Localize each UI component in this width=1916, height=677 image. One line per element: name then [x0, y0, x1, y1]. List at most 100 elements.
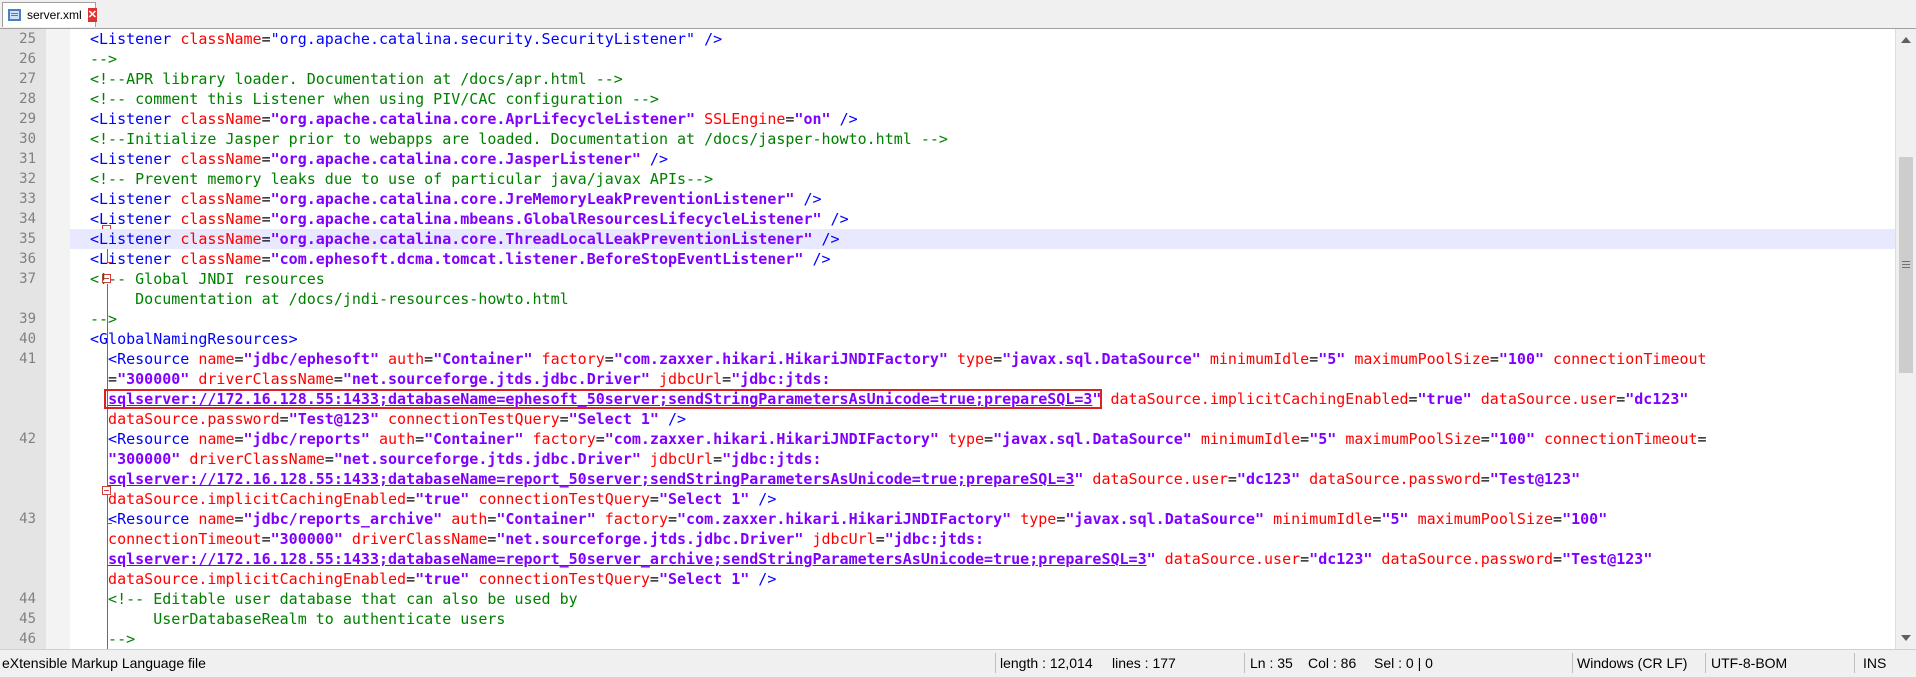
code-line[interactable]: 34 <Listener className="org.apache.catali…	[0, 209, 1895, 229]
code-line[interactable]: sqlserver://172.16.128.55:1433;databaseN…	[0, 549, 1895, 569]
code-token: <Resource	[90, 510, 199, 528]
status-eol: Windows (CR LF)	[1577, 655, 1688, 671]
code-token: />	[749, 490, 777, 508]
code-line[interactable]: 41 <Resource name="jdbc/ephesoft" auth="…	[0, 349, 1895, 369]
code-line[interactable]: ="300000" driverClassName="net.sourcefor…	[0, 369, 1895, 389]
line-content: <!-- Editable user database that can als…	[70, 589, 1895, 609]
code-token: "jdbc/ephesoft"	[243, 350, 379, 368]
code-line[interactable]: 44 <!-- Editable user database that can …	[0, 589, 1895, 609]
code-line[interactable]: dataSource.implicitCachingEnabled="true"…	[0, 489, 1895, 509]
line-number: 44	[19, 591, 36, 607]
line-content: <!--Initialize Jasper prior to webapps a…	[70, 129, 1895, 149]
code-line[interactable]: 29 <Listener className="org.apache.catali…	[0, 109, 1895, 129]
code-token: />	[821, 210, 849, 228]
status-selection: Sel : 0 | 0	[1374, 655, 1433, 671]
code-line[interactable]: 33 <Listener className="org.apache.catali…	[0, 189, 1895, 209]
code-token: =	[1553, 510, 1563, 528]
code-line[interactable]: dataSource.implicitCachingEnabled="true"…	[0, 569, 1895, 589]
line-content: <Listener className="org.apache.catalina…	[70, 29, 1895, 49]
scroll-down-arrow-icon[interactable]	[1901, 635, 1911, 641]
code-token: =	[234, 510, 244, 528]
code-token: factory	[532, 350, 605, 368]
code-line[interactable]: 25 <Listener className="org.apache.catali…	[0, 29, 1895, 49]
code-line[interactable]: sqlserver://172.16.128.55:1433;databaseN…	[0, 389, 1895, 409]
code-token: <!--Initialize Jasper prior to webapps a…	[90, 130, 948, 148]
code-line[interactable]: connectionTimeout="300000" driverClassNa…	[0, 529, 1895, 549]
code-line[interactable]: 46 -->	[0, 629, 1895, 649]
close-icon[interactable]: ✕	[87, 8, 97, 22]
code-token: "jdbc/reports"	[243, 430, 370, 448]
code-line[interactable]: 39 -->	[0, 309, 1895, 329]
code-token: =	[1300, 430, 1310, 448]
line-content: <Listener className="org.apache.catalina…	[70, 149, 1895, 169]
scroll-up-arrow-icon[interactable]	[1901, 37, 1911, 43]
code-token: UserDatabaseRealm to authenticate users	[90, 610, 506, 628]
line-content: -->	[70, 309, 1895, 329]
code-token: -->	[90, 50, 118, 68]
code-token: minimumIdle	[1200, 350, 1310, 368]
code-line[interactable]: 42 <Resource name="jdbc/reports" auth="C…	[0, 429, 1895, 449]
code-token: jdbcUrl	[649, 370, 723, 388]
code-token: "jdbc:jtds:	[731, 370, 831, 388]
code-token: "	[1146, 550, 1156, 568]
vertical-scrollbar[interactable]	[1895, 29, 1916, 649]
code-line[interactable]: 28 <!-- comment this Listener when using …	[0, 89, 1895, 109]
code-token: "Select 1"	[658, 490, 750, 508]
code-line[interactable]: 35 <Listener className="org.apache.catali…	[0, 229, 1895, 249]
code-line[interactable]: 43 <Resource name="jdbc/reports_archive"…	[0, 509, 1895, 529]
code-token: auth	[442, 510, 488, 528]
line-number: 30	[19, 131, 36, 147]
code-token: "dc123"	[1236, 470, 1301, 488]
status-file-type: eXtensible Markup Language file	[2, 655, 206, 671]
code-line[interactable]: dataSource.password="Test@123" connectio…	[0, 409, 1895, 429]
code-token: <!-- Global JNDI resources	[90, 270, 325, 288]
code-token: maximumPoolSize	[1336, 430, 1481, 448]
line-content: "300000" driverClassName="net.sourceforg…	[70, 449, 1895, 469]
status-encoding: UTF-8-BOM	[1711, 655, 1788, 671]
tab-server-xml[interactable]: server.xml ✕	[2, 2, 97, 27]
code-token: =	[406, 570, 416, 588]
code-token: "Container"	[424, 430, 524, 448]
code-token: <Resource	[90, 430, 199, 448]
line-number: 29	[19, 111, 36, 127]
line-content: -->	[70, 49, 1895, 69]
code-line[interactable]: 31 <Listener className="org.apache.catali…	[0, 149, 1895, 169]
code-line[interactable]: "300000" driverClassName="net.sourceforg…	[0, 449, 1895, 469]
code-token: type	[1011, 510, 1057, 528]
code-line[interactable]: 45 UserDatabaseRealm to authenticate use…	[0, 609, 1895, 629]
code-token: =	[279, 410, 289, 428]
code-token: =	[649, 570, 659, 588]
code-token: "javax.sql.DataSource"	[1002, 350, 1201, 368]
code-token: type	[947, 350, 994, 368]
code-token: factory	[595, 510, 668, 528]
code-editor[interactable]: 25 <Listener className="org.apache.catali…	[0, 29, 1895, 649]
tab-label: server.xml	[27, 8, 82, 22]
code-line[interactable]: 32 <!-- Prevent memory leaks due to use o…	[0, 169, 1895, 189]
code-token: =	[333, 370, 343, 388]
status-line: Ln : 35	[1250, 655, 1293, 671]
code-token: "net.sourceforge.jtds.jdbc.Driver"	[496, 530, 804, 548]
code-line[interactable]: sqlserver://172.16.128.55:1433;databaseN…	[0, 469, 1895, 489]
line-number: 42	[19, 431, 36, 447]
line-number: 36	[19, 251, 36, 267]
code-line[interactable]: 27 <!--APR library loader. Documentation …	[0, 69, 1895, 89]
line-number: 26	[19, 51, 36, 67]
code-token: dataSource.password	[90, 410, 280, 428]
code-token: =	[1616, 390, 1626, 408]
code-line[interactable]: 40 <GlobalNamingResources>	[0, 329, 1895, 349]
code-token: "5"	[1381, 510, 1409, 528]
code-line[interactable]: 36 <Listener className="com.ephesoft.dcma…	[0, 249, 1895, 269]
code-token: />	[830, 110, 858, 128]
code-token: driverClassName	[180, 450, 325, 468]
code-line[interactable]: Documentation at /docs/jndi-resources-ho…	[0, 289, 1895, 309]
code-line[interactable]: 30 <!--Initialize Jasper prior to webapps…	[0, 129, 1895, 149]
line-content: <Resource name="jdbc/reports" auth="Cont…	[70, 429, 1895, 449]
xml-file-icon	[7, 7, 23, 23]
code-token: =	[1553, 550, 1563, 568]
code-token: jdbcUrl	[803, 530, 876, 548]
code-line[interactable]: 26 -->	[0, 49, 1895, 69]
scrollbar-thumb[interactable]	[1899, 157, 1913, 373]
code-token: =	[559, 410, 569, 428]
code-line[interactable]: 37 <!-- Global JNDI resources	[0, 269, 1895, 289]
